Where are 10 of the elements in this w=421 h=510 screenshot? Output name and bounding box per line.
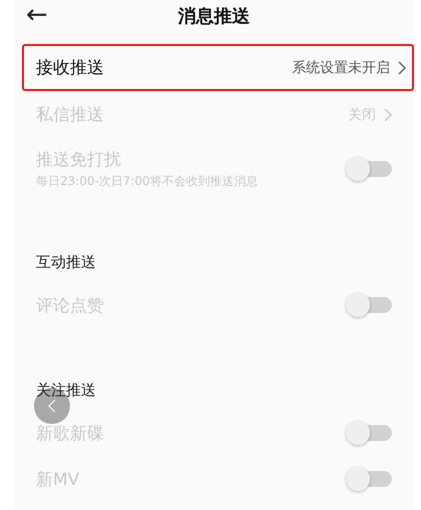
chevron-icon [398, 60, 406, 74]
section-header: 关注推送 [36, 380, 96, 400]
section-header: 互动推送 [36, 252, 96, 272]
setting-value: 系统设置未开启 [292, 58, 390, 76]
setting-label: 接收推送 [36, 57, 104, 79]
chevron-left-icon [47, 398, 57, 414]
setting-row[interactable]: 接收推送 系统设置未开启 [22, 44, 414, 91]
chevron-icon [384, 108, 392, 122]
page-title: 消息推送 [178, 5, 250, 28]
back-button[interactable]: ← [24, 0, 50, 30]
